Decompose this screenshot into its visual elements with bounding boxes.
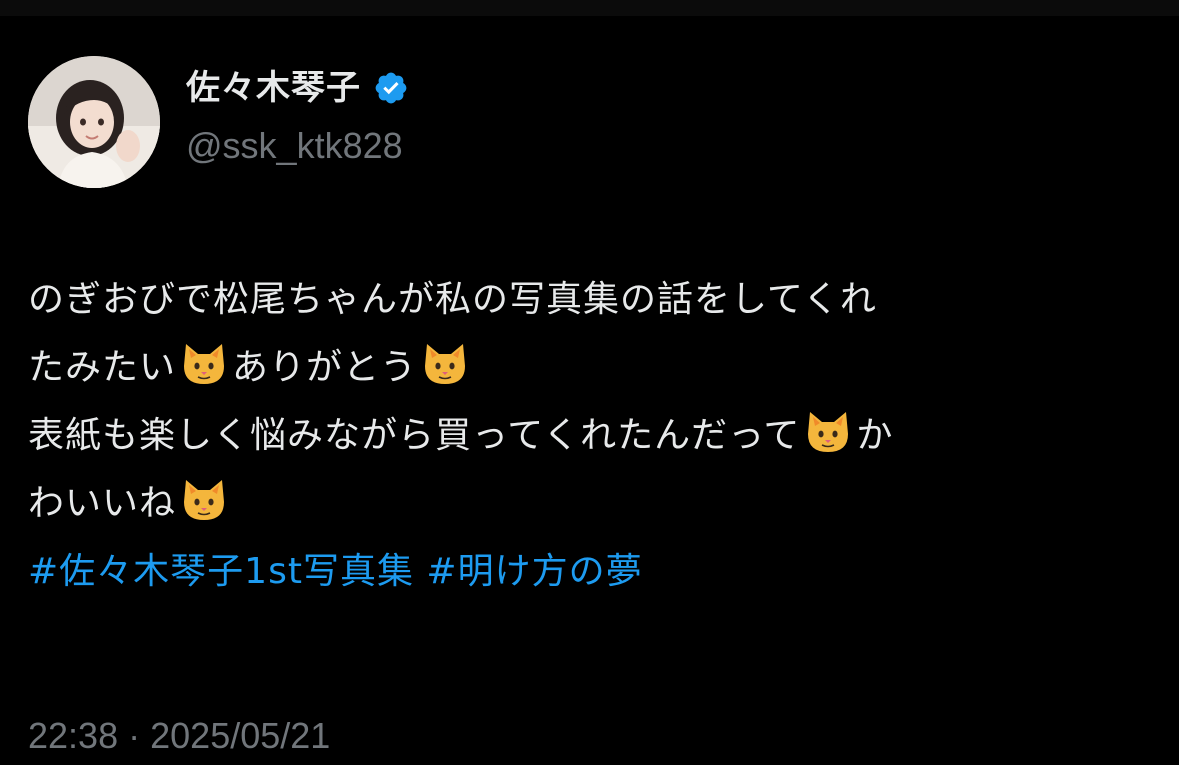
tweet-text-segment: ありがとう xyxy=(232,347,418,388)
hashtag-row: #佐々木琴子1st写真集 #明け方の夢 xyxy=(28,538,1158,606)
tweet-timestamp[interactable]: 22:38 · 2025/05/21 xyxy=(28,714,330,758)
tweet-time: 22:38 xyxy=(28,715,119,756)
avatar-image xyxy=(28,56,160,188)
hashtag-link[interactable]: #佐々木琴子1st写真集 xyxy=(28,551,414,592)
tweet-text: のぎおびで松尾ちゃんが私の写真集の話をしてくれ たみたい ありがとう 表紙も楽しく… xyxy=(28,266,1158,606)
cat-emoji-icon xyxy=(184,344,225,384)
tweet-text-segment: たみたい xyxy=(28,347,177,388)
tweet-text-segment: 表紙も楽しく悩みながら買ってくれたんだって xyxy=(28,415,801,456)
cat-emoji-icon xyxy=(425,344,466,384)
hashtag-link[interactable]: #明け方の夢 xyxy=(426,551,642,592)
cat-emoji-icon xyxy=(808,412,849,452)
author-name-row[interactable]: 佐々木琴子 xyxy=(186,66,409,110)
tweet-line-4: わいいね xyxy=(28,470,1158,538)
timestamp-separator: · xyxy=(128,715,141,756)
avatar[interactable] xyxy=(28,56,160,188)
tweet-date: 2025/05/21 xyxy=(150,715,331,756)
author-handle[interactable]: @ssk_ktk828 xyxy=(186,124,403,168)
verified-badge-icon xyxy=(375,72,407,104)
tweet-line-3: 表紙も楽しく悩みながら買ってくれたんだって か xyxy=(28,402,1158,470)
tweet-text-segment: か xyxy=(856,415,894,456)
tweet-text-segment: のぎおびで松尾ちゃんが私の写真集の話をしてくれ xyxy=(28,279,877,320)
cat-emoji-icon xyxy=(184,480,225,520)
author-display-name[interactable]: 佐々木琴子 xyxy=(186,66,361,110)
tweet-line-1: のぎおびで松尾ちゃんが私の写真集の話をしてくれ xyxy=(28,266,1158,334)
tweet-text-segment: わいいね xyxy=(28,483,177,524)
tweet-line-2: たみたい ありがとう xyxy=(28,334,1158,402)
status-bar-strip xyxy=(0,0,1179,16)
tweet-card: 佐々木琴子 @ssk_ktk828 のぎおびで松尾ちゃんが私の写真集の話をしてく… xyxy=(0,16,1179,765)
